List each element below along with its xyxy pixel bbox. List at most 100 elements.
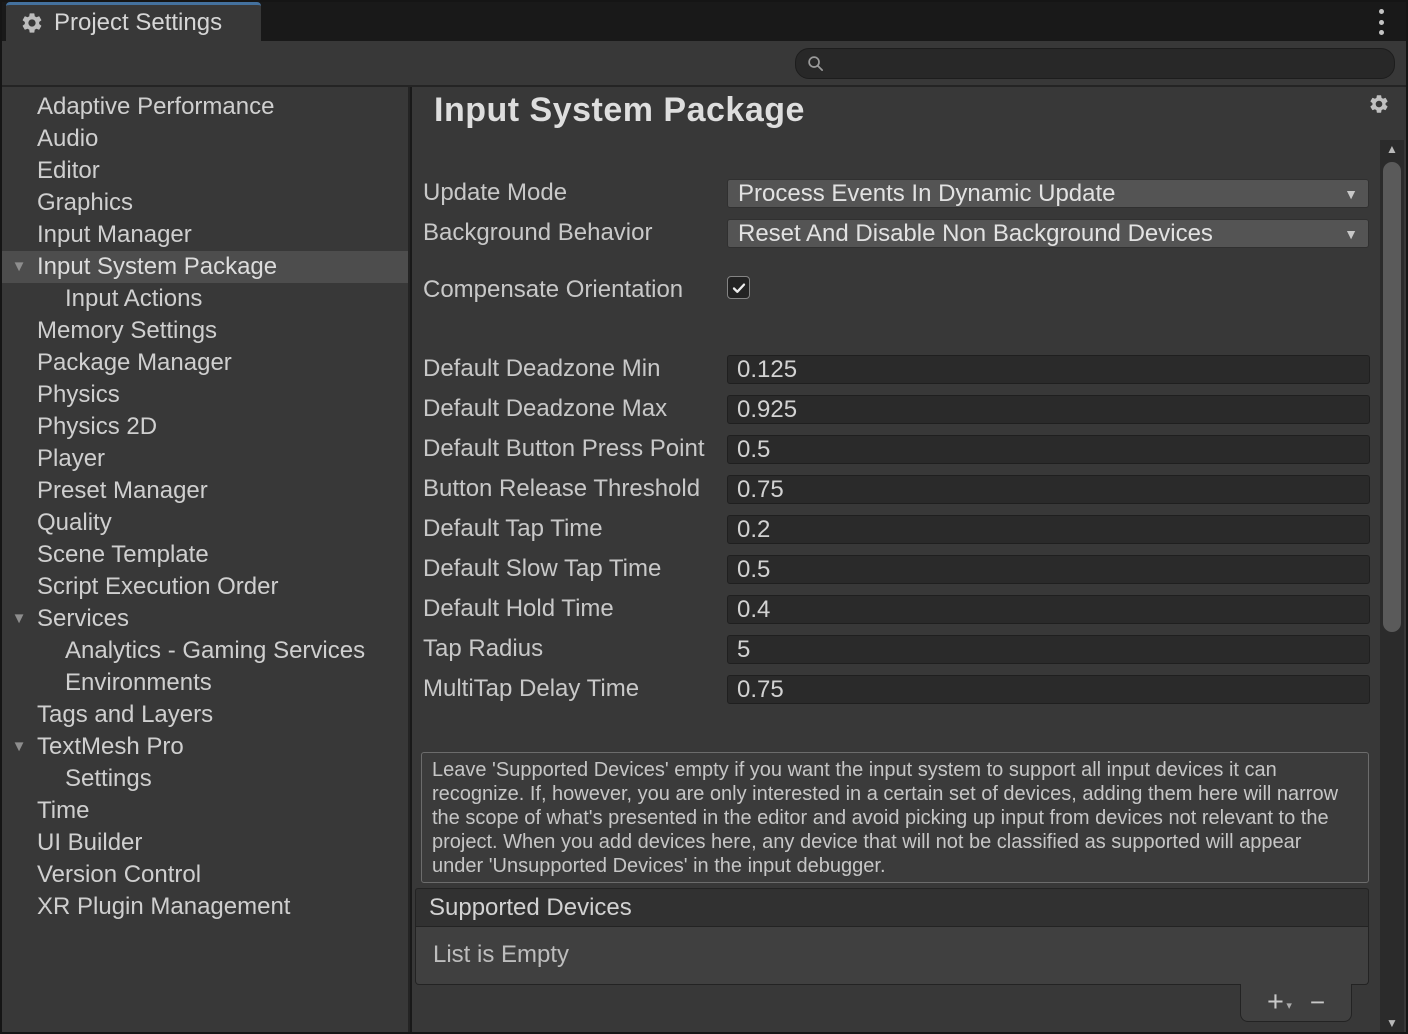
panel-gear-icon[interactable] <box>1368 93 1390 115</box>
sidebar-item-label: XR Plugin Management <box>37 893 290 920</box>
tap-radius-input[interactable] <box>728 636 1369 663</box>
supported-devices-header[interactable]: Supported Devices <box>415 888 1369 927</box>
prop-label: Default Deadzone Min <box>423 355 660 383</box>
sidebar-item-label: Analytics - Gaming Services <box>65 637 365 664</box>
chevron-down-icon: ▼ <box>1344 226 1358 242</box>
dropdown-selected-value: Process Events In Dynamic Update <box>738 180 1344 208</box>
page-title: Input System Package <box>434 91 805 130</box>
default-button-press-point-input[interactable] <box>728 436 1369 463</box>
sidebar-item-label: Physics 2D <box>37 413 157 440</box>
search-box[interactable] <box>795 48 1395 79</box>
sidebar-item-audio[interactable]: Audio <box>0 123 408 155</box>
foldout-arrow-icon[interactable]: ▼ <box>8 251 30 283</box>
tap-radius-field <box>727 635 1370 664</box>
vertical-scrollbar[interactable]: ▲ ▼ <box>1380 140 1404 1032</box>
sidebar-item-environments[interactable]: Environments <box>0 667 408 699</box>
sidebar-item-time[interactable]: Time <box>0 795 408 827</box>
sidebar-item-ui-builder[interactable]: UI Builder <box>0 827 408 859</box>
compensate-orientation-checkbox[interactable] <box>727 276 750 299</box>
remove-device-button[interactable]: − <box>1310 988 1325 1017</box>
sidebar-item-editor[interactable]: Editor <box>0 155 408 187</box>
sidebar-item-label: Quality <box>37 509 112 536</box>
tab-project-settings[interactable]: Project Settings <box>6 2 261 41</box>
background-behavior-dropdown[interactable]: Reset And Disable Non Background Devices… <box>727 219 1369 248</box>
gear-icon <box>20 11 44 35</box>
sidebar-item-settings[interactable]: Settings <box>0 763 408 795</box>
default-deadzone-min-field <box>727 355 1370 384</box>
sidebar-item-label: Graphics <box>37 189 133 216</box>
multitap-delay-time-input[interactable] <box>728 676 1369 703</box>
button-release-threshold-field <box>727 475 1370 504</box>
sidebar-item-input-actions[interactable]: Input Actions <box>0 283 408 315</box>
sidebar-item-physics[interactable]: Physics <box>0 379 408 411</box>
sidebar-item-analytics-gaming-services[interactable]: Analytics - Gaming Services <box>0 635 408 667</box>
supported-devices-list: List is Empty <box>415 927 1369 985</box>
sidebar-item-input-system-package[interactable]: ▼ Input System Package <box>0 251 408 283</box>
prop-label: MultiTap Delay Time <box>423 675 639 703</box>
sidebar-item-preset-manager[interactable]: Preset Manager <box>0 475 408 507</box>
sidebar-item-textmesh-pro[interactable]: ▼TextMesh Pro <box>0 731 408 763</box>
sidebar-item-services[interactable]: ▼ Services <box>0 603 408 635</box>
settings-sidebar: Adaptive Performance AudioEditor Graphics I… <box>0 87 410 1034</box>
sidebar-item-graphics[interactable]: Graphics <box>0 187 408 219</box>
foldout-arrow-icon[interactable]: ▼ <box>8 731 30 763</box>
sidebar-item-player[interactable]: Player <box>0 443 408 475</box>
sidebar-item-memory-settings[interactable]: Memory Settings <box>0 315 408 347</box>
tab-strip: Project Settings <box>0 0 1408 41</box>
dropdown-selected-value: Reset And Disable Non Background Devices <box>738 220 1344 248</box>
sidebar-item-label: Package Manager <box>37 349 232 376</box>
sidebar-item-tags-and-layers[interactable]: Tags and Layers <box>0 699 408 731</box>
default-tap-time-field <box>727 515 1370 544</box>
sidebar-item-label: Services <box>37 605 129 632</box>
sidebar-item-label: Input Manager <box>37 221 192 248</box>
default-hold-time-field <box>727 595 1370 624</box>
sidebar-item-label: Input Actions <box>65 285 202 312</box>
sidebar-item-package-manager[interactable]: Package Manager <box>0 347 408 379</box>
sidebar-item-version-control[interactable]: Version Control <box>0 859 408 891</box>
list-empty-text: List is Empty <box>433 941 569 968</box>
default-tap-time-input[interactable] <box>728 516 1369 543</box>
default-slow-tap-time-field <box>727 555 1370 584</box>
default-deadzone-min-input[interactable] <box>728 356 1369 383</box>
sidebar-item-label: Physics <box>37 381 120 408</box>
default-hold-time-input[interactable] <box>728 596 1369 623</box>
button-release-threshold-input[interactable] <box>728 476 1369 503</box>
default-slow-tap-time-input[interactable] <box>728 556 1369 583</box>
sidebar-item-label: Editor <box>37 157 100 184</box>
sidebar-item-script-execution-order[interactable]: Script Execution Order <box>0 571 408 603</box>
toolbar <box>0 41 1408 87</box>
prop-label: Default Deadzone Max <box>423 395 667 423</box>
prop-label: Default Button Press Point <box>423 435 704 463</box>
default-deadzone-max-field <box>727 395 1370 424</box>
default-button-press-point-field <box>727 435 1370 464</box>
sidebar-item-label: Environments <box>65 669 212 696</box>
sidebar-item-scene-template[interactable]: Scene Template <box>0 539 408 571</box>
foldout-arrow-icon[interactable]: ▼ <box>8 603 30 635</box>
sidebar-item-label: Tags and Layers <box>37 701 213 728</box>
sidebar-item-xr-plugin-management[interactable]: XR Plugin Management <box>0 891 408 923</box>
sidebar-item-label: Settings <box>65 765 152 792</box>
sidebar-item-label: Adaptive Performance <box>37 93 274 120</box>
scrollbar-thumb[interactable] <box>1383 162 1401 632</box>
sidebar-item-label: Input System Package <box>37 253 277 280</box>
sidebar-item-adaptive-performance[interactable]: Adaptive Performance <box>0 91 408 123</box>
sidebar-item-physics-2d[interactable]: Physics 2D <box>0 411 408 443</box>
update-mode-dropdown[interactable]: Process Events In Dynamic Update▼ <box>727 179 1369 208</box>
prop-label: Default Tap Time <box>423 515 603 543</box>
search-input[interactable] <box>831 52 1371 75</box>
tab-title: Project Settings <box>54 9 222 37</box>
add-device-button[interactable]: + ▾ <box>1267 988 1284 1017</box>
sidebar-nav: Adaptive Performance AudioEditor Graphics I… <box>0 91 408 923</box>
default-deadzone-max-input[interactable] <box>728 396 1369 423</box>
sidebar-item-input-manager[interactable]: Input Manager <box>0 219 408 251</box>
scroll-up-arrow-icon[interactable]: ▲ <box>1380 140 1404 158</box>
sidebar-item-label: Time <box>37 797 89 824</box>
window-menu-kebab-icon[interactable] <box>1374 9 1388 35</box>
sidebar-item-label: Scene Template <box>37 541 209 568</box>
sidebar-item-label: Preset Manager <box>37 477 208 504</box>
help-box: Leave 'Supported Devices' empty if you w… <box>421 752 1369 883</box>
scroll-down-arrow-icon[interactable]: ▼ <box>1380 1014 1404 1032</box>
prop-label: Default Hold Time <box>423 595 614 623</box>
sidebar-item-quality[interactable]: Quality <box>0 507 408 539</box>
multitap-delay-time-field <box>727 675 1370 704</box>
